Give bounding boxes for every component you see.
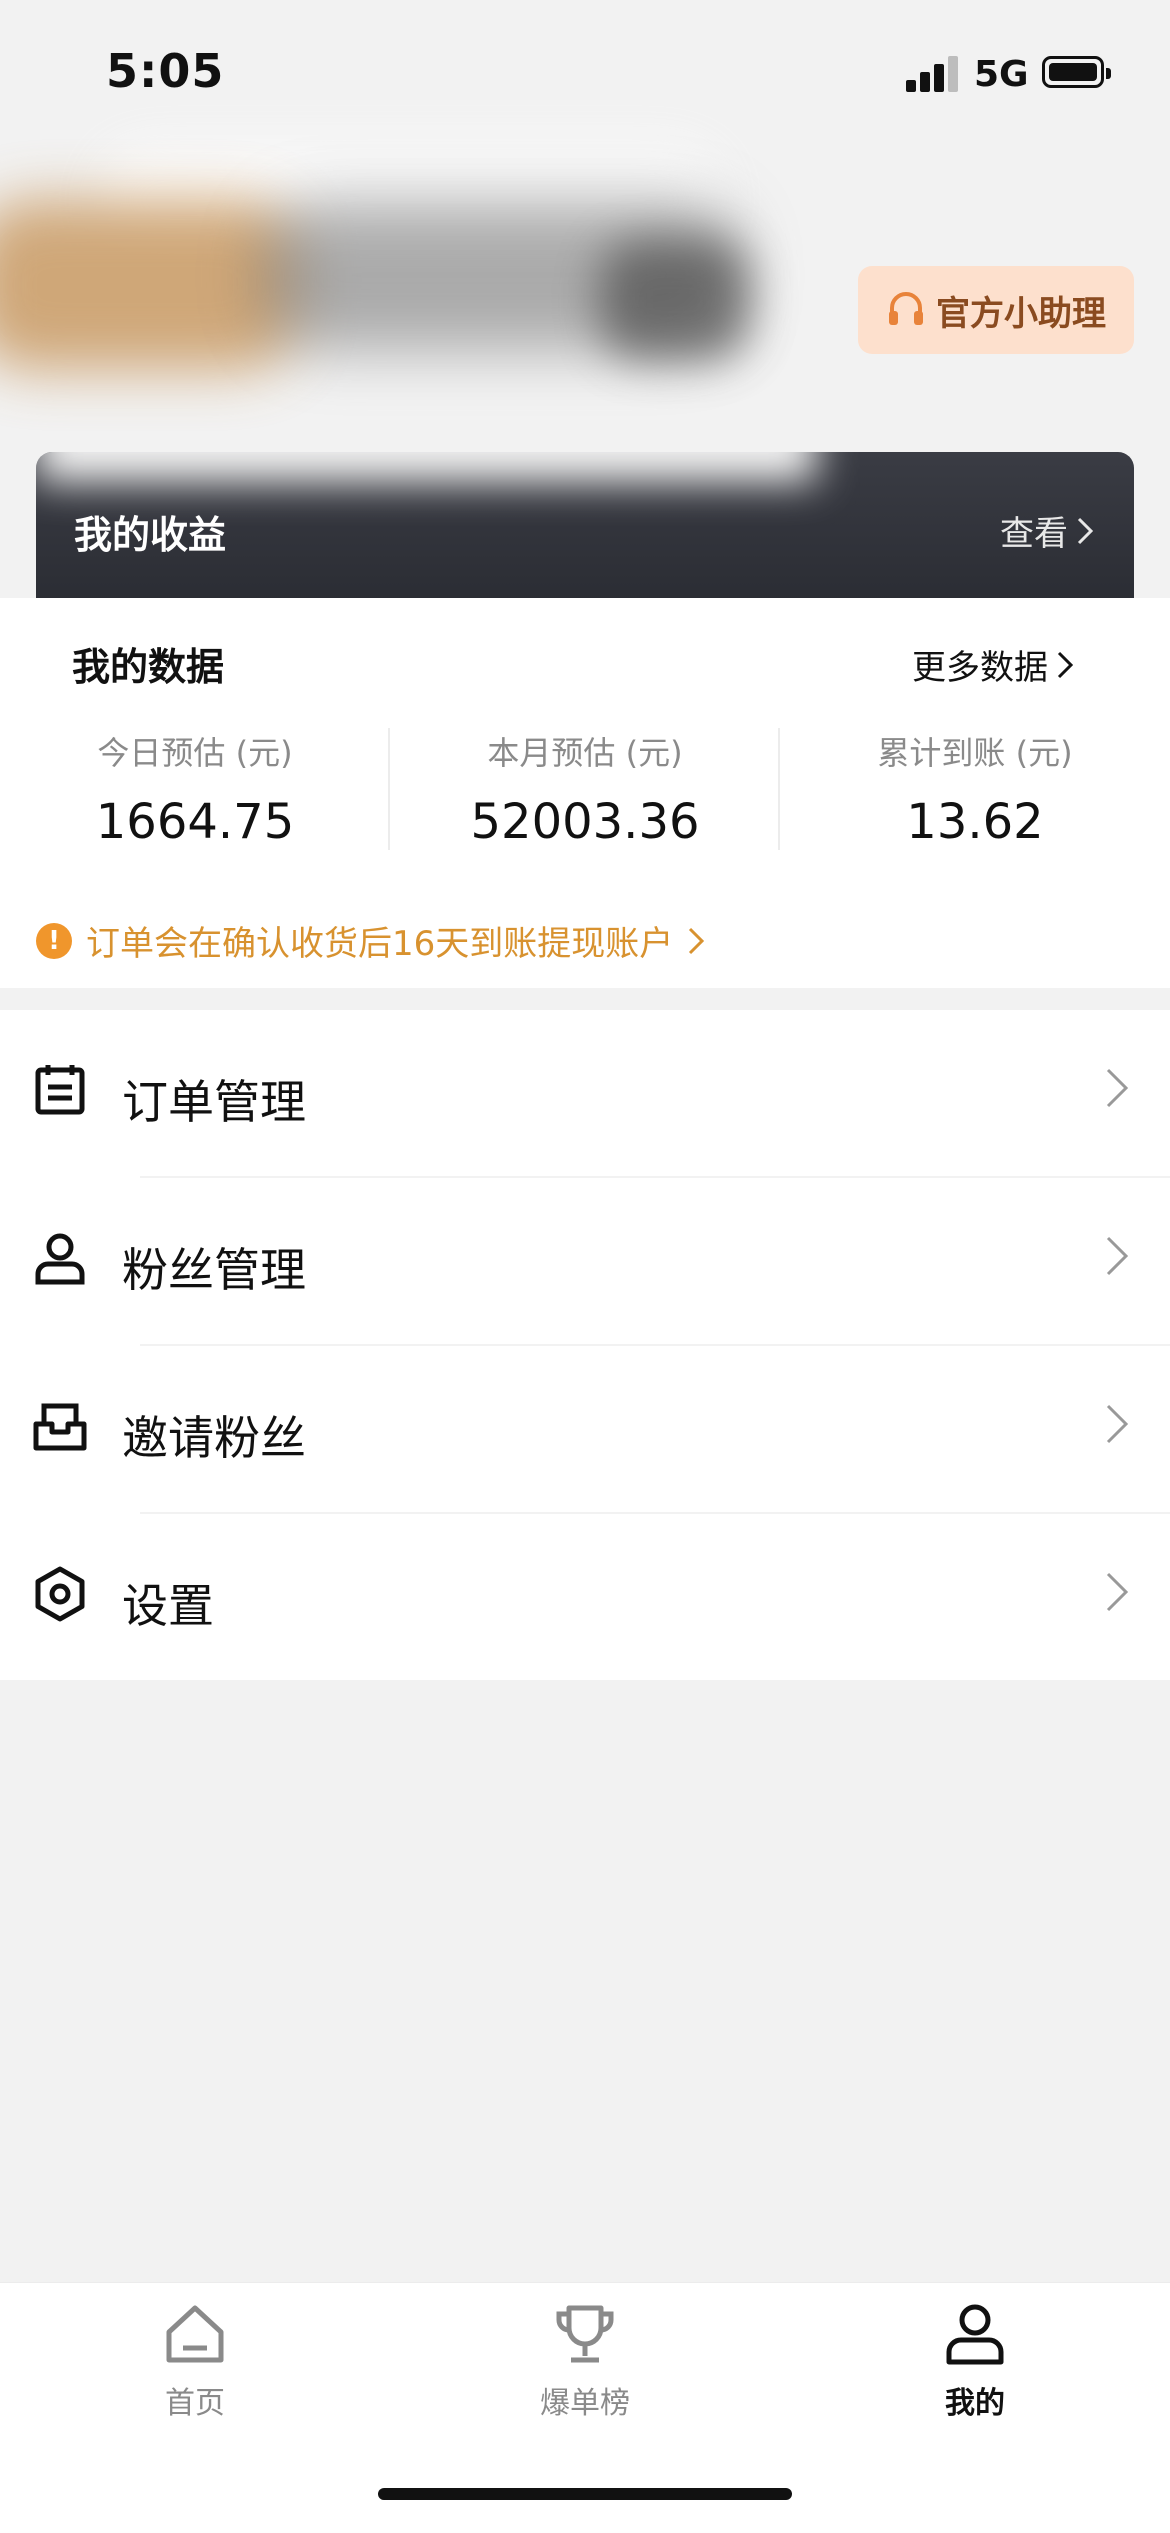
menu-item-order-management[interactable]: 订单管理 — [0, 1010, 1170, 1178]
tab-home[interactable]: 首页 — [75, 2302, 315, 2422]
settlement-notice[interactable]: ! 订单会在确认收货后16天到账提现账户 — [36, 916, 705, 965]
tab-label: 我的 — [945, 2386, 1005, 2421]
tab-label: 爆单榜 — [540, 2386, 630, 2421]
tab-label: 首页 — [165, 2386, 225, 2421]
chevron-right-icon — [1106, 1236, 1129, 1276]
menu-item-fan-management[interactable]: 粉丝管理 — [0, 1178, 1170, 1346]
earnings-title: 我的收益 — [74, 513, 227, 557]
header-blur — [600, 240, 750, 360]
network-type: 5G — [974, 54, 1029, 95]
menu-item-invite-fans[interactable]: 邀请粉丝 — [0, 1346, 1170, 1514]
stat-total-label: 累计到账 (元) — [877, 734, 1073, 772]
stat-total-value: 13.62 — [906, 794, 1044, 850]
menu-label: 邀请粉丝 — [122, 1411, 306, 1465]
headset-icon — [889, 292, 923, 325]
trophy-icon — [556, 2305, 614, 2363]
alert-icon: ! — [36, 922, 72, 959]
menu-list: 订单管理 粉丝管理 邀请粉丝 设置 — [0, 1010, 1170, 1680]
chevron-right-icon — [1077, 517, 1094, 544]
chevron-right-icon — [689, 927, 705, 954]
settings-hexagon-icon — [35, 1566, 85, 1622]
menu-label: 粉丝管理 — [122, 1243, 306, 1297]
tab-mine[interactable]: 我的 — [855, 2302, 1095, 2422]
home-icon — [166, 2305, 224, 2363]
more-data-label: 更多数据 — [912, 648, 1048, 688]
stat-today-label: 今日预估 (元) — [97, 734, 293, 772]
notice-text: 订单会在确认收货后16天到账提现账户 — [86, 924, 674, 964]
earnings-view-link[interactable]: 查看 — [1000, 506, 1094, 555]
menu-label: 设置 — [122, 1579, 214, 1633]
menu-label: 订单管理 — [122, 1075, 306, 1129]
header-blur — [0, 200, 300, 370]
signal-icon — [906, 56, 960, 92]
chevron-right-icon — [1106, 1068, 1129, 1108]
chevron-right-icon — [1057, 651, 1074, 678]
stat-today-value: 1664.75 — [95, 794, 295, 850]
inbox-icon — [33, 1403, 87, 1451]
view-label: 查看 — [1000, 514, 1068, 554]
card-blur — [36, 452, 816, 482]
clipboard-icon — [35, 1065, 85, 1115]
chevron-right-icon — [1106, 1404, 1129, 1444]
earnings-card[interactable]: 我的收益 查看 — [36, 452, 1134, 600]
assistant-label: 官方小助理 — [936, 293, 1106, 334]
status-time: 5:05 — [106, 44, 225, 98]
stat-month-label: 本月预估 (元) — [487, 734, 683, 772]
tab-hot-list[interactable]: 爆单榜 — [465, 2302, 705, 2422]
home-indicator[interactable] — [378, 2488, 792, 2500]
profile-icon — [946, 2304, 1004, 2365]
more-data-link[interactable]: 更多数据 — [912, 640, 1074, 689]
official-assistant-button[interactable]: 官方小助理 — [858, 266, 1134, 354]
chevron-right-icon — [1106, 1572, 1129, 1612]
battery-icon — [1042, 56, 1111, 88]
user-icon — [35, 1233, 85, 1285]
stat-month-value: 52003.36 — [470, 794, 700, 850]
my-data-title: 我的数据 — [72, 645, 225, 689]
menu-item-settings[interactable]: 设置 — [0, 1514, 1170, 1682]
